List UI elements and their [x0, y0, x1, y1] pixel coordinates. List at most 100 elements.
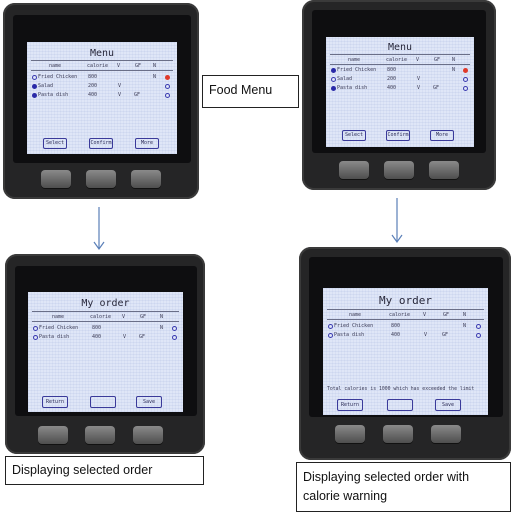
order-caption: Displaying selected order — [5, 456, 204, 485]
menu-screen: Menu name calorie V GF N Fried Chicken 8… — [27, 42, 177, 154]
device-menu-right: Menu name calorie V GF N Fried Chicken 8… — [302, 0, 496, 190]
radio-unselected-icon[interactable] — [172, 326, 177, 331]
row-name: Fried Chicken — [337, 67, 377, 73]
row-name: Salad — [38, 83, 54, 89]
header-name: name — [349, 312, 362, 318]
row-calorie: 800 — [88, 74, 98, 80]
header-divider — [330, 64, 470, 65]
menu-screen: Menu name calorie V GF N Fried Chicken 8… — [326, 37, 474, 147]
header-divider — [32, 321, 179, 322]
radio-unselected-icon[interactable] — [165, 84, 170, 89]
row-v: V — [417, 85, 421, 91]
hardware-button-b[interactable] — [383, 425, 413, 443]
select-button[interactable]: Select — [43, 138, 67, 149]
blank-button[interactable] — [90, 396, 116, 408]
row-gf: GF — [433, 85, 440, 91]
radio-unselected-icon[interactable] — [476, 324, 481, 329]
hardware-button-b[interactable] — [85, 426, 115, 444]
hardware-button-b[interactable] — [384, 161, 414, 179]
title-divider — [327, 309, 484, 310]
radio-selected-icon[interactable] — [463, 68, 468, 73]
order-warning-caption-text: Displaying selected order with calorie w… — [303, 470, 470, 503]
blank-button[interactable] — [387, 399, 413, 411]
order-warning-screen: My order name calorie V GF N Fried Chick… — [323, 288, 488, 415]
header-gf: GF — [140, 314, 147, 320]
select-button[interactable]: Select — [342, 130, 366, 141]
save-button[interactable]: Save — [435, 399, 461, 411]
radio-selected-icon[interactable] — [32, 93, 37, 98]
hardware-button-a[interactable] — [335, 425, 365, 443]
header-name: name — [348, 57, 361, 63]
header-divider — [327, 319, 484, 320]
more-button[interactable]: More — [430, 130, 454, 141]
header-n: N — [160, 314, 164, 320]
screen-title: Menu — [387, 42, 413, 53]
row-gf: GF — [134, 92, 141, 98]
device-order-warning: My order name calorie V GF N Fried Chick… — [299, 247, 511, 460]
radio-unselected-icon[interactable] — [172, 335, 177, 340]
row-calorie: 400 — [391, 332, 401, 338]
radio-selected-icon[interactable] — [165, 75, 170, 80]
more-button[interactable]: More — [135, 138, 159, 149]
row-v: V — [424, 332, 428, 338]
row-v: V — [123, 334, 127, 340]
radio-unselected-icon[interactable] — [463, 77, 468, 82]
header-calorie: calorie — [87, 63, 109, 69]
row-calorie: 200 — [387, 76, 397, 82]
header-n: N — [153, 63, 157, 69]
order-caption-text: Displaying selected order — [12, 463, 153, 477]
return-button[interactable]: Return — [42, 396, 68, 408]
radio-selected-icon[interactable] — [331, 68, 336, 73]
header-divider — [31, 70, 173, 71]
radio-unselected-icon[interactable] — [33, 326, 38, 331]
screen-title: My order — [81, 298, 130, 309]
hardware-button-a[interactable] — [339, 161, 369, 179]
hardware-button-c[interactable] — [133, 426, 163, 444]
return-button[interactable]: Return — [337, 399, 363, 411]
radio-selected-icon[interactable] — [32, 84, 37, 89]
header-calorie: calorie — [90, 314, 112, 320]
save-button[interactable]: Save — [136, 396, 162, 408]
radio-unselected-icon[interactable] — [328, 333, 333, 338]
radio-unselected-icon[interactable] — [476, 333, 481, 338]
header-v: V — [122, 314, 126, 320]
radio-unselected-icon[interactable] — [328, 324, 333, 329]
row-v: V — [417, 76, 421, 82]
order-warning-caption: Displaying selected order with calorie w… — [296, 462, 511, 512]
row-name: Pasta dish — [337, 85, 368, 91]
screen-bezel: Menu name calorie V GF N Fried Chicken 8… — [13, 15, 191, 163]
header-v: V — [117, 63, 121, 69]
hardware-button-c[interactable] — [131, 170, 161, 188]
confirm-button[interactable]: Confirm — [386, 130, 410, 141]
row-calorie: 800 — [92, 325, 102, 331]
screen-title: My order — [379, 294, 432, 307]
row-calorie: 800 — [387, 67, 397, 73]
header-n: N — [452, 57, 456, 63]
food-menu-label: Food Menu — [202, 75, 299, 108]
arrow-down-icon — [391, 198, 403, 244]
header-gf: GF — [434, 57, 441, 63]
row-name: Fried Chicken — [38, 74, 78, 80]
device-order-left: My order name calorie V GF N Fried Chick… — [5, 254, 205, 454]
radio-unselected-icon[interactable] — [463, 86, 468, 91]
radio-unselected-icon[interactable] — [331, 77, 336, 82]
title-divider — [32, 311, 179, 312]
radio-unselected-icon[interactable] — [32, 75, 37, 80]
screen-bezel: Menu name calorie V GF N Fried Chicken 8… — [312, 10, 486, 153]
hardware-button-b[interactable] — [86, 170, 116, 188]
row-v: V — [118, 92, 122, 98]
radio-unselected-icon[interactable] — [33, 335, 38, 340]
row-n: N — [153, 74, 157, 80]
hardware-button-a[interactable] — [41, 170, 71, 188]
radio-selected-icon[interactable] — [331, 86, 336, 91]
row-gf: GF — [442, 332, 449, 338]
radio-unselected-icon[interactable] — [165, 93, 170, 98]
hardware-button-a[interactable] — [38, 426, 68, 444]
confirm-button[interactable]: Confirm — [89, 138, 113, 149]
hardware-button-c[interactable] — [429, 161, 459, 179]
hardware-button-c[interactable] — [431, 425, 461, 443]
header-v: V — [423, 312, 427, 318]
row-calorie: 400 — [88, 92, 98, 98]
row-calorie: 200 — [88, 83, 98, 89]
title-divider — [330, 54, 470, 55]
